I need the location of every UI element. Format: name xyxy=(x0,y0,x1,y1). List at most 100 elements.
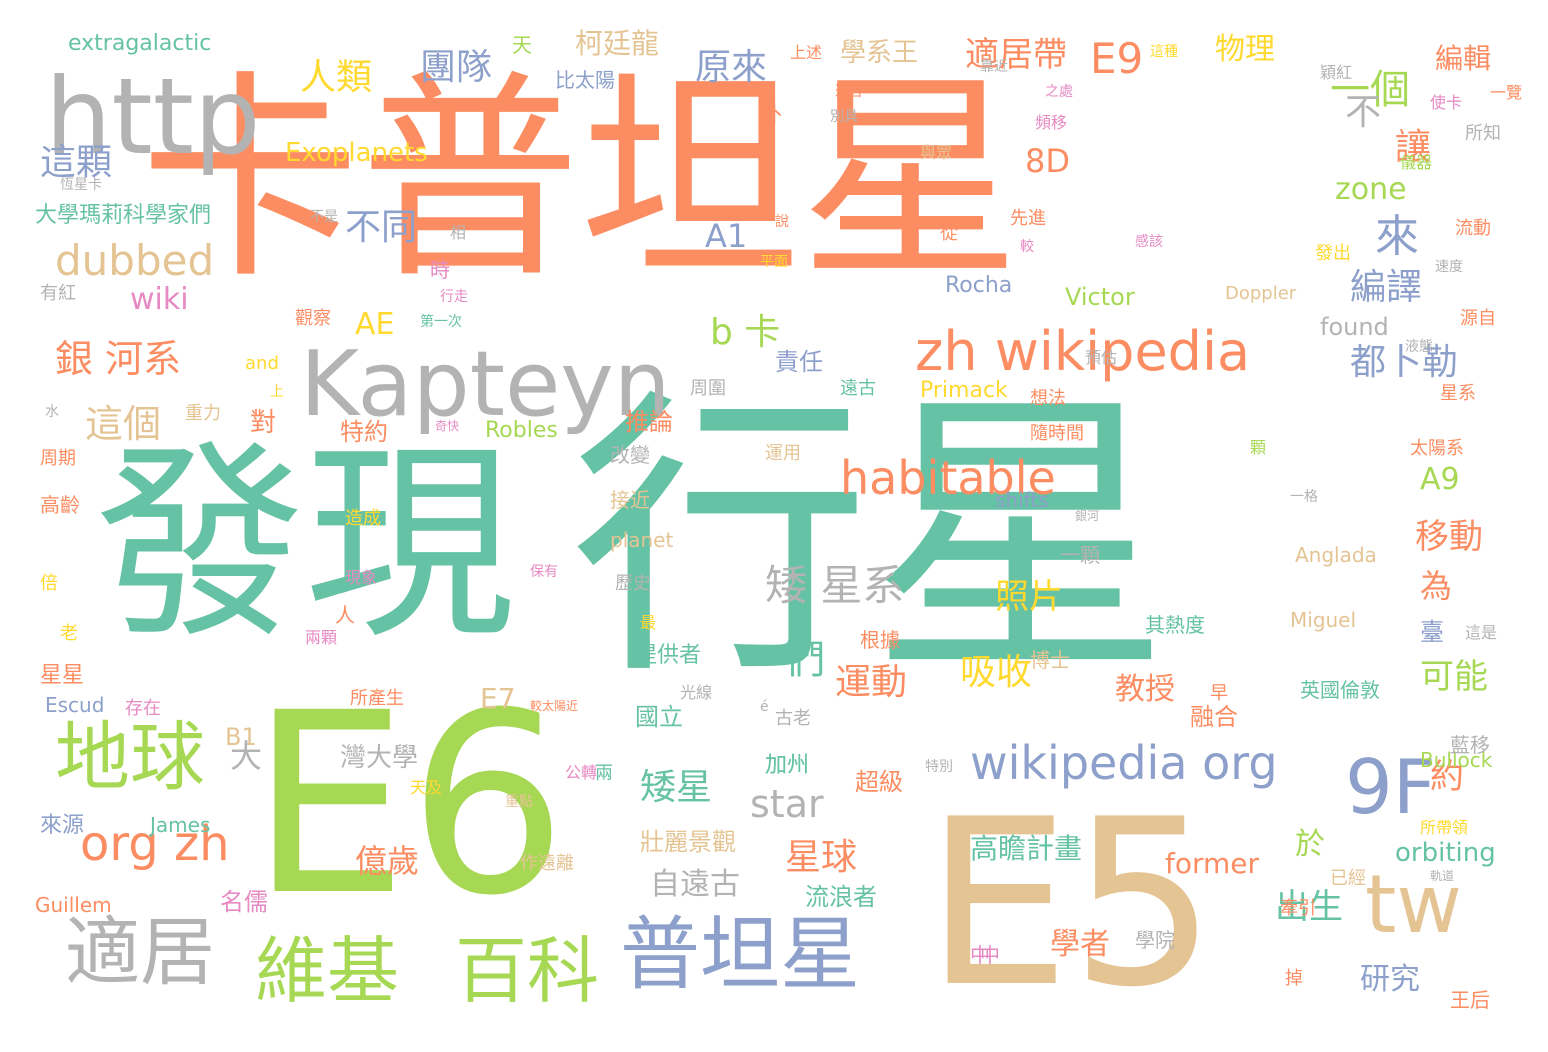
word: and xyxy=(245,353,279,374)
word: 灣大學 xyxy=(340,743,419,773)
word: 不同 xyxy=(345,207,418,248)
word: 較 xyxy=(1020,239,1034,255)
word: 與眾 xyxy=(920,143,953,162)
word: 相 xyxy=(450,223,467,242)
word: 流浪者 xyxy=(805,883,877,911)
word: 行走 xyxy=(440,289,468,305)
word: 倍 xyxy=(40,573,58,594)
word: A9 xyxy=(1420,462,1460,497)
word: 老 xyxy=(60,623,78,644)
word: 英國倫敦 xyxy=(1300,678,1380,702)
word: 加州 xyxy=(765,753,810,778)
word: 高瞻計畫 xyxy=(970,832,1083,865)
word: 平面 xyxy=(760,254,788,270)
word: 重點 xyxy=(505,794,533,810)
word: 遠古 xyxy=(840,378,876,399)
word: 說 xyxy=(775,214,789,230)
word: dubbed xyxy=(55,236,215,285)
word: 對 xyxy=(250,408,277,438)
word: 融合 xyxy=(1190,703,1238,731)
word: 顆 xyxy=(1250,438,1267,457)
word: 從 xyxy=(940,223,958,244)
word: 名儒 xyxy=(220,888,268,916)
word: 牽引 xyxy=(1280,898,1316,919)
word: 博士 xyxy=(1030,648,1070,672)
word: 這是 xyxy=(1465,623,1498,642)
word: 地球 xyxy=(55,713,206,801)
word: 源自 xyxy=(1460,308,1496,329)
word-cloud: 卡普坦星 行星 發現 E6 E5 http Kapteyn zh wikipedia 地球 適居維… xyxy=(0,0,1548,1052)
word: 保有 xyxy=(530,564,558,580)
word: 造成 xyxy=(345,508,381,529)
word: E7 xyxy=(480,682,516,715)
word: é xyxy=(760,699,769,715)
word: 這個 xyxy=(85,402,162,446)
word: 之處 xyxy=(1045,84,1073,100)
word: 自遠古 xyxy=(650,867,740,902)
word: 運動 xyxy=(835,662,908,703)
word: 照片 xyxy=(995,577,1063,617)
word: 編輯 xyxy=(1435,42,1492,75)
word: 不 xyxy=(1345,92,1382,133)
word: 已經 xyxy=(1330,868,1366,889)
word: 維基 xyxy=(255,929,400,1013)
word: Exoplanets xyxy=(285,138,428,168)
word: 推論 xyxy=(625,408,673,436)
word: 發出 xyxy=(1315,243,1351,264)
word: 穎紅 xyxy=(1320,63,1353,82)
word: 太陽系 xyxy=(1410,438,1464,459)
word: Doppler xyxy=(1225,283,1297,304)
word: 提供者 xyxy=(635,643,702,668)
word: 古老 xyxy=(775,708,811,729)
word: 責任 xyxy=(775,348,823,376)
word: 天及 xyxy=(410,778,443,797)
word: 人 xyxy=(335,603,355,627)
word: 周期 xyxy=(40,448,76,469)
word: 團隊 xyxy=(420,47,493,88)
word: 時 xyxy=(430,258,450,282)
word: 奇快 xyxy=(435,419,460,433)
word: 靠近 xyxy=(980,59,1008,75)
word: E5 xyxy=(925,771,1217,1038)
word: 儀器 xyxy=(1400,153,1433,172)
word: Primack xyxy=(920,378,1008,403)
word: former xyxy=(1165,847,1260,880)
word: wiki xyxy=(130,282,189,317)
word: 發現 xyxy=(95,422,516,667)
word: 作遠離 xyxy=(520,853,574,874)
word: 超級 xyxy=(855,768,903,796)
word: 銀河 xyxy=(1075,509,1100,523)
word: extragalactic xyxy=(68,31,212,56)
word: 所產生 xyxy=(350,688,404,709)
word: 來源 xyxy=(40,813,85,838)
word: 隨時間 xyxy=(1030,423,1084,444)
word: 這顆 xyxy=(40,142,113,183)
word: 柯廷龍 xyxy=(575,27,660,60)
word: 感該 xyxy=(1135,234,1163,250)
word: 物理 xyxy=(1215,32,1275,67)
word: 使卡 xyxy=(1430,93,1463,112)
word: 星球 xyxy=(785,837,858,878)
word: 適合 xyxy=(835,84,863,100)
word: 中 xyxy=(980,943,1000,967)
word: 所知 xyxy=(1465,123,1501,144)
word: 較太陽近 xyxy=(530,699,579,713)
word: wikipedia org xyxy=(970,736,1278,790)
word: E9 xyxy=(1090,34,1144,83)
word: 液態 xyxy=(1405,339,1433,355)
word: 王后 xyxy=(1450,988,1490,1012)
word: b 卡 xyxy=(710,312,781,353)
word: 星星 xyxy=(40,663,85,688)
word: 矮 星系 xyxy=(765,561,905,610)
word: 第一次 xyxy=(420,314,462,330)
word: 掉 xyxy=(1285,968,1303,989)
word: 最 xyxy=(640,613,657,632)
word: 存在 xyxy=(125,698,161,719)
word: 於 xyxy=(1295,827,1325,862)
word: 學院 xyxy=(1135,928,1175,952)
word: 可能 xyxy=(1420,657,1488,697)
word: 兩顆 xyxy=(305,628,338,647)
word: orbiting xyxy=(1395,838,1496,868)
word: 吸收 xyxy=(960,652,1033,693)
word: 觀察 xyxy=(295,308,331,329)
